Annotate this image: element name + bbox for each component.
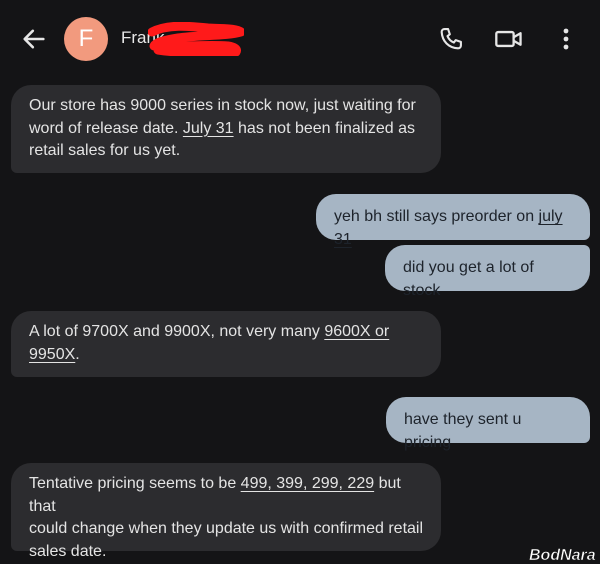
more-vert-icon[interactable] (556, 25, 576, 53)
message-bubble-incoming[interactable]: A lot of 9700X and 9900X, not very many … (11, 311, 441, 377)
watermark-logo: BodNara (529, 547, 596, 564)
avatar[interactable]: F (64, 17, 108, 61)
product-link[interactable]: 9600X or (324, 323, 389, 340)
message-line: 9950X. (29, 344, 423, 367)
message-bubble-outgoing[interactable]: did you get a lot of stock (385, 245, 590, 299)
message-bubble-outgoing[interactable]: yeh bh still says preorder on july 31 (316, 194, 590, 248)
message-text: did you get a lot of stock (403, 259, 534, 299)
message-line: A lot of 9700X and 9900X, not very many … (29, 321, 423, 344)
message-line: Our store has 9000 series in stock now, … (29, 97, 416, 114)
conversation-header: F Frank (0, 0, 600, 78)
message-text: Tentative pricing seems to be (29, 475, 241, 492)
svg-text:BodNara: BodNara (529, 547, 596, 564)
message-text: . (75, 345, 80, 363)
message-bubble-incoming[interactable]: Our store has 9000 series in stock now, … (11, 85, 441, 173)
price-link[interactable]: 499, 399, 299, 229 (241, 475, 374, 492)
message-line: sales date. (29, 542, 107, 560)
product-link[interactable]: 9950X (29, 346, 75, 363)
message-line: could change when they update us with co… (29, 520, 424, 537)
message-line: retail sales for us yet. (29, 142, 181, 159)
message-bubble-outgoing[interactable]: have they sent u pricing (386, 397, 590, 451)
redaction-scribble (148, 22, 244, 56)
message-line: Tentative pricing seems to be 499, 399, … (29, 473, 423, 518)
message-text: A lot of 9700X and 9900X, not very many (29, 323, 325, 340)
message-line: word of release date. July 31 has not be… (29, 118, 423, 141)
message-text: have they sent u pricing (404, 411, 522, 451)
message-bubble-incoming[interactable]: Tentative pricing seems to be 499, 399, … (11, 463, 441, 560)
date-link[interactable]: July 31 (183, 120, 234, 137)
message-text: word of release date. (29, 119, 183, 137)
message-text: yeh bh still says preorder on (334, 208, 539, 225)
message-text: has not been finalized as (233, 119, 416, 137)
video-camera-icon[interactable] (494, 25, 524, 53)
arrow-left-icon[interactable] (20, 25, 48, 53)
phone-icon[interactable] (437, 25, 465, 53)
